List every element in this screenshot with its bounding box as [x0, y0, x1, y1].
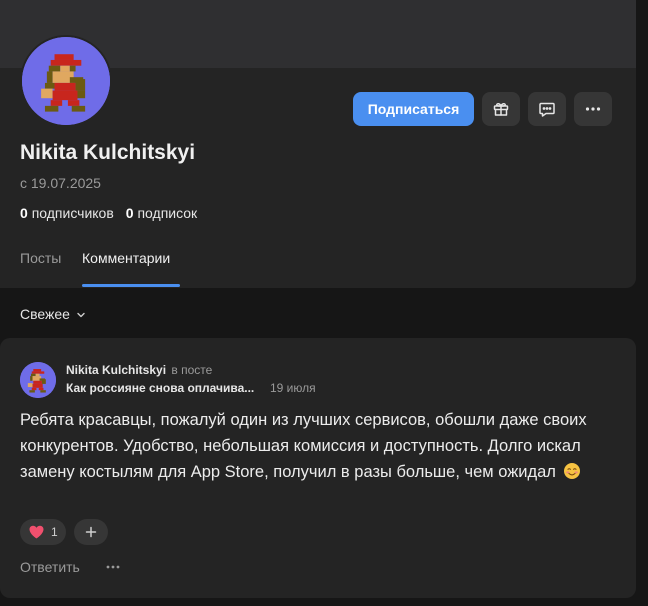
following-label: подписок	[137, 205, 198, 221]
message-button[interactable]	[528, 92, 566, 126]
more-dots-icon	[585, 107, 601, 111]
comment-author-avatar[interactable]	[20, 362, 56, 398]
active-tab-indicator	[82, 284, 180, 287]
tab-comments[interactable]: Комментарии	[82, 250, 170, 288]
following-stat[interactable]: 0 подписок	[126, 205, 197, 221]
heart-icon	[29, 525, 44, 539]
comment-body: Ребята красавцы, пожалуй один из лучших …	[20, 411, 587, 481]
sort-label: Свежее	[20, 306, 70, 322]
profile-card: Подписаться Nikita Kulchitskyi с 19.07.2…	[0, 0, 636, 288]
gift-button[interactable]	[482, 92, 520, 126]
gift-icon	[493, 102, 509, 116]
comment-card: Nikita Kulchitskyi в посте Как россияне …	[0, 338, 636, 598]
reaction-count: 1	[51, 525, 58, 539]
profile-stats: 0 подписчиков 0 подписок	[20, 205, 197, 221]
add-reaction-button[interactable]	[74, 519, 108, 545]
message-icon	[539, 102, 555, 117]
member-since: с 19.07.2025	[20, 175, 101, 191]
plus-icon	[85, 526, 97, 538]
comment-context: в посте	[171, 363, 213, 377]
comment-text: Ребята красавцы, пожалуй один из лучших …	[20, 407, 600, 485]
heart-reaction[interactable]: 1	[20, 519, 66, 545]
followers-stat[interactable]: 0 подписчиков	[20, 205, 114, 221]
followers-label: подписчиков	[31, 205, 114, 221]
sort-dropdown[interactable]: Свежее	[20, 306, 86, 322]
pixel-plumber-avatar-icon	[22, 37, 110, 125]
profile-name: Nikita Kulchitskyi	[20, 141, 196, 164]
subscribe-button[interactable]: Подписаться	[353, 92, 474, 126]
smiling-face-emoji-icon	[563, 463, 580, 479]
pixel-plumber-avatar-icon	[20, 362, 56, 398]
tab-posts[interactable]: Посты	[20, 250, 61, 288]
avatar[interactable]	[20, 35, 112, 127]
comment-more-button[interactable]	[104, 559, 122, 575]
more-options-button[interactable]	[574, 92, 612, 126]
comment-author-name[interactable]: Nikita Kulchitskyi	[66, 363, 166, 377]
reply-button[interactable]: Ответить	[20, 559, 80, 575]
comment-author-line: Nikita Kulchitskyi в посте	[66, 363, 212, 377]
followers-count: 0	[20, 205, 28, 221]
comment-post-link[interactable]: Как россияне снова оплачива...	[66, 381, 254, 395]
chevron-down-icon	[77, 312, 85, 318]
more-dots-icon	[106, 565, 120, 569]
following-count: 0	[125, 205, 134, 221]
comment-date[interactable]: 19 июля	[270, 381, 316, 395]
